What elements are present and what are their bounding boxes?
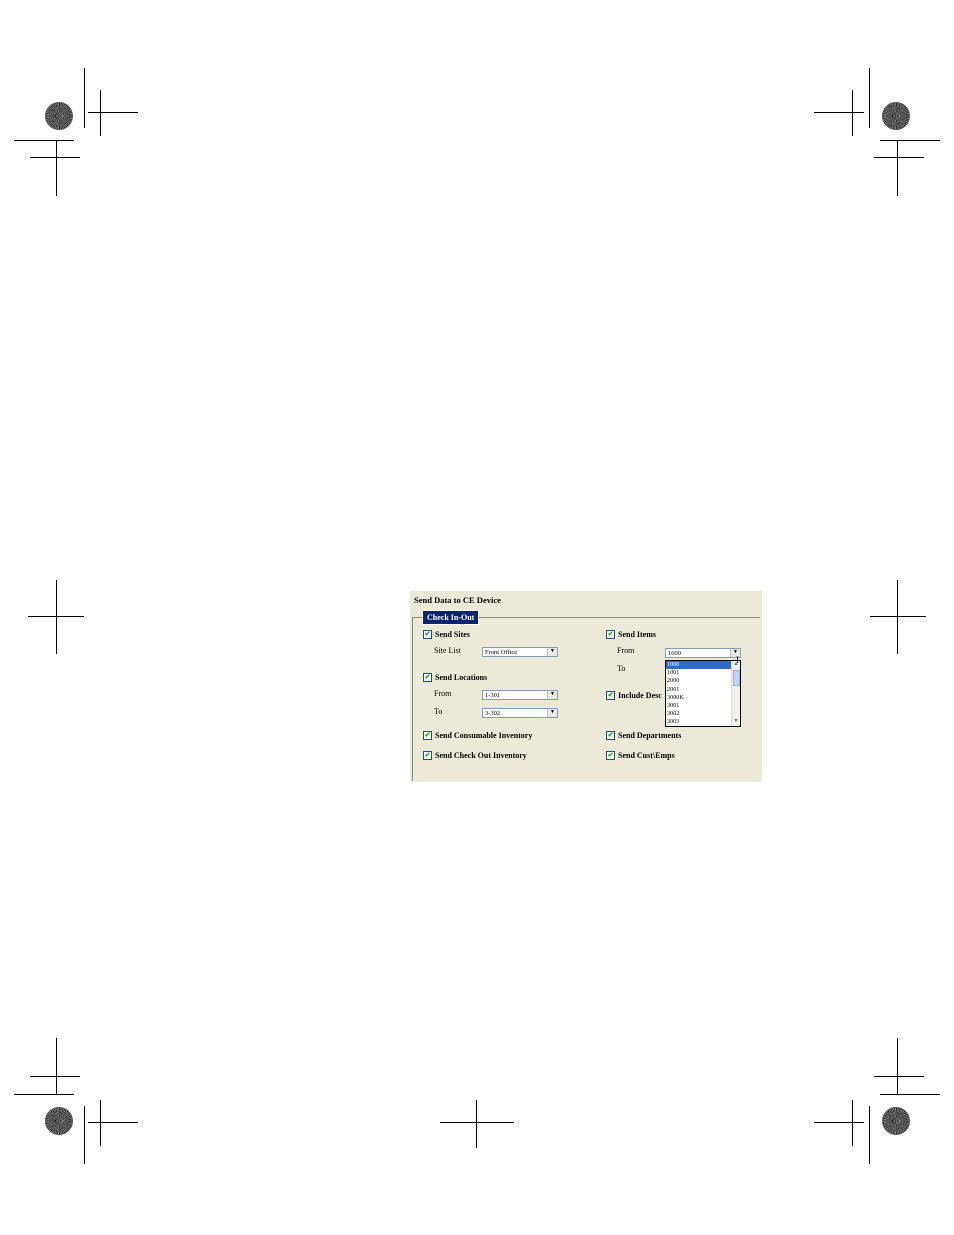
print-registration-star-icon xyxy=(45,102,73,130)
send-consumable-label: Send Consumable Inventory xyxy=(435,731,533,740)
items-to-label: To xyxy=(617,664,626,673)
dropdown-options: 1000 1001 2000 2001 3000K 3001 3002 3003 xyxy=(666,661,740,726)
crop-line xyxy=(897,580,898,654)
chevron-down-icon[interactable]: ▼ xyxy=(547,691,557,699)
checkmark-icon: ✔ xyxy=(423,731,432,740)
crop-line xyxy=(880,140,940,141)
crop-line xyxy=(14,1094,74,1095)
checkmark-icon: ✔ xyxy=(423,630,432,639)
send-departments-label: Send Departments xyxy=(618,731,682,740)
crop-line xyxy=(852,1100,853,1146)
dropdown-option[interactable]: 1001 xyxy=(666,669,740,677)
crop-line xyxy=(14,140,74,141)
send-locations-label: Send Locations xyxy=(435,673,488,682)
scroll-down-icon[interactable]: ▼ xyxy=(732,718,740,726)
scrollbar-thumb[interactable] xyxy=(733,670,740,686)
send-cust-emps-label: Send Cust\Emps xyxy=(618,751,675,760)
send-departments-checkbox[interactable]: ✔ Send Departments xyxy=(606,731,681,740)
crop-line xyxy=(870,616,926,617)
locations-to-combo[interactable]: 3-302 ▼ xyxy=(482,708,558,718)
send-check-out-checkbox[interactable]: ✔ Send Check Out Inventory xyxy=(423,751,527,760)
locations-from-label: From xyxy=(434,689,452,698)
crop-line xyxy=(84,68,85,128)
crop-line xyxy=(88,112,138,113)
checkmark-icon: ✔ xyxy=(606,751,615,760)
items-dropdown-list[interactable]: 1000 1001 2000 2001 3000K 3001 3002 3003 ▲ ▼ xyxy=(665,660,741,727)
site-list-label: Site List xyxy=(434,646,461,655)
checkmark-icon: ✔ xyxy=(606,691,615,700)
crop-line xyxy=(874,157,924,158)
crop-line xyxy=(56,580,57,654)
send-sites-checkbox[interactable]: ✔ Send Sites xyxy=(423,630,470,639)
crop-line xyxy=(897,1038,898,1094)
site-list-combo[interactable]: Front Office ▼ xyxy=(482,647,558,657)
crop-line xyxy=(84,1106,85,1164)
crop-line xyxy=(814,112,864,113)
include-desc-label: Include Desc xyxy=(618,691,662,700)
items-from-label: From xyxy=(617,646,635,655)
checkmark-icon: ✔ xyxy=(423,751,432,760)
locations-to-label: To xyxy=(434,707,443,716)
crop-line xyxy=(880,1094,940,1095)
dropdown-option[interactable]: 1000 xyxy=(666,661,740,670)
dropdown-option[interactable]: 3003 xyxy=(666,718,740,726)
locations-from-value: 1-301 xyxy=(485,692,501,699)
dropdown-option[interactable]: 2001 xyxy=(666,686,740,694)
items-from-combo[interactable]: 1000 ▼ xyxy=(665,648,741,658)
site-list-value: Front Office xyxy=(485,649,518,656)
crop-line xyxy=(869,68,870,128)
crop-line xyxy=(476,1100,477,1148)
send-items-checkbox[interactable]: ✔ Send Items xyxy=(606,630,656,639)
send-sites-label: Send Sites xyxy=(435,630,470,639)
crop-line xyxy=(814,1122,864,1123)
chevron-down-icon[interactable]: ▼ xyxy=(547,709,557,717)
text-cursor-icon: I xyxy=(736,655,739,665)
dropdown-scrollbar[interactable]: ▲ ▼ xyxy=(731,661,740,726)
checkmark-icon: ✔ xyxy=(606,630,615,639)
send-cust-emps-checkbox[interactable]: ✔ Send Cust\Emps xyxy=(606,751,675,760)
crop-line xyxy=(440,1122,514,1123)
checkmark-icon: ✔ xyxy=(606,731,615,740)
tab-check-in-out[interactable]: Check In-Out xyxy=(421,610,480,625)
send-consumable-checkbox[interactable]: ✔ Send Consumable Inventory xyxy=(423,731,532,740)
crop-line xyxy=(874,1076,924,1077)
dropdown-option[interactable]: 2000 xyxy=(666,677,740,685)
crop-line xyxy=(56,1038,57,1094)
print-registration-star-icon xyxy=(45,1107,73,1135)
items-from-value: 1000 xyxy=(668,650,681,657)
dialog-title: Send Data to CE Device xyxy=(414,595,501,605)
dropdown-option[interactable]: 3000K xyxy=(666,694,740,702)
locations-from-combo[interactable]: 1-301 ▼ xyxy=(482,690,558,700)
print-registration-star-icon xyxy=(882,102,910,130)
crop-line xyxy=(56,140,57,196)
crop-line xyxy=(30,1076,80,1077)
crop-line xyxy=(28,616,84,617)
send-locations-checkbox[interactable]: ✔ Send Locations xyxy=(423,673,487,682)
crop-line xyxy=(852,90,853,136)
send-check-out-label: Send Check Out Inventory xyxy=(435,751,527,760)
chevron-down-icon[interactable]: ▼ xyxy=(547,648,557,656)
send-items-label: Send Items xyxy=(618,630,657,639)
locations-to-value: 3-302 xyxy=(485,710,501,717)
dropdown-option[interactable]: 3001 xyxy=(666,702,740,710)
send-data-dialog: Send Data to CE Device Check In-Out ✔ Se… xyxy=(410,591,762,782)
checkmark-icon: ✔ xyxy=(423,673,432,682)
crop-line xyxy=(88,1122,138,1123)
crop-line xyxy=(30,157,80,158)
crop-line xyxy=(100,1100,101,1146)
crop-line xyxy=(100,90,101,136)
crop-line xyxy=(897,140,898,196)
crop-line xyxy=(869,1106,870,1164)
print-registration-star-icon xyxy=(882,1107,910,1135)
dropdown-option[interactable]: 3002 xyxy=(666,710,740,718)
include-desc-checkbox[interactable]: ✔ Include Desc xyxy=(606,691,662,700)
